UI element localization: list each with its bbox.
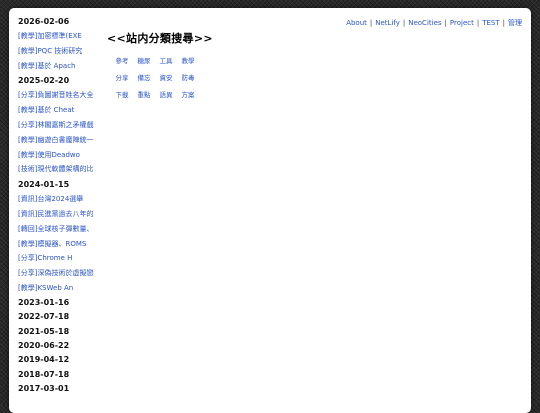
post-link[interactable]: [技術]現代軟體架構的比 xyxy=(18,162,106,177)
archive-date[interactable]: 2018-07-18 xyxy=(18,368,106,382)
nav-neocities-link[interactable]: NeoCities xyxy=(408,19,441,27)
nav-separator: | xyxy=(476,19,480,27)
post-link[interactable]: [教學]使用Deadwo xyxy=(18,148,106,163)
post-link[interactable]: [教學]KSWeb An xyxy=(18,281,106,296)
post-link[interactable]: [教學]基於 Cheat xyxy=(18,103,106,118)
post-link[interactable]: [教學]模擬器、ROMS xyxy=(18,237,106,252)
nav-separator: | xyxy=(402,19,406,27)
archive-date[interactable]: 2021-05-18 xyxy=(18,325,106,339)
post-link[interactable]: [教學]幽遊白書魔陣統一 xyxy=(18,133,106,148)
post-link[interactable]: [教學]基於 Apach xyxy=(18,59,106,74)
nav-test-link[interactable]: TEST xyxy=(482,19,499,27)
category-link[interactable]: 防毒 xyxy=(177,72,199,84)
post-link[interactable]: [教學]加密標準(EXE xyxy=(18,29,106,44)
nav-separator: | xyxy=(444,19,447,27)
nav-netlify-link[interactable]: NetLify xyxy=(375,19,400,27)
category-link[interactable]: 下載 xyxy=(111,89,133,101)
post-link[interactable]: [分享]林閣嘉斯之矛權戲 xyxy=(18,118,106,133)
nav-project-link[interactable]: Project xyxy=(450,19,474,27)
page-panel: About | NetLify | NeoCities | Project | TEST | 管理 … xyxy=(9,8,531,413)
post-link[interactable]: [轉回]全球核子彈數量、 xyxy=(18,222,106,237)
archive-date[interactable]: 2019-04-12 xyxy=(18,353,106,367)
category-link[interactable]: 方案 xyxy=(177,89,199,101)
archive-date[interactable]: 2024-01-15 xyxy=(18,177,106,192)
post-link[interactable]: [資訊]民進黨過去八年的 xyxy=(18,207,106,222)
category-link[interactable]: 教學 xyxy=(177,55,199,67)
archive-date[interactable]: 2022-07-18 xyxy=(18,310,106,324)
nav-about-link[interactable]: About xyxy=(346,19,367,27)
archive-date[interactable]: 2023-01-16 xyxy=(18,296,106,310)
archive-sidebar: 2026-02-06 [教學]加密標準(EXE [教學]PQC 技術研究 [教學… xyxy=(18,14,106,396)
category-link[interactable]: 工具 xyxy=(155,55,177,67)
archive-date[interactable]: 2025-02-20 xyxy=(18,73,106,88)
nav-separator: | xyxy=(369,19,373,27)
category-link[interactable]: 資安 xyxy=(155,72,177,84)
top-nav: About | NetLify | NeoCities | Project | TEST | 管理 xyxy=(346,18,522,28)
category-link[interactable]: 重點 xyxy=(133,89,155,101)
category-grid: 參考 糖尿 工具 教學 分享 備忘 資安 防毒 下載 重點 語異 方案 xyxy=(111,55,199,101)
category-link[interactable]: 分享 xyxy=(111,72,133,84)
archive-date[interactable]: 2026-02-06 xyxy=(18,14,106,29)
post-link[interactable]: [分享]Chrome H xyxy=(18,251,106,266)
post-link[interactable]: [分享]負圖謝音姓名大全 xyxy=(18,88,106,103)
nav-admin-link[interactable]: 管理 xyxy=(508,19,522,27)
category-link[interactable]: 備忘 xyxy=(133,72,155,84)
archive-date[interactable]: 2020-06-22 xyxy=(18,339,106,353)
category-search-title: <<站内分類搜尋>> xyxy=(107,32,213,45)
category-link[interactable]: 糖尿 xyxy=(133,55,155,67)
nav-separator: | xyxy=(502,19,505,27)
archive-date[interactable]: 2017-03-01 xyxy=(18,382,106,396)
post-link[interactable]: [教學]PQC 技術研究 xyxy=(18,44,106,59)
category-link[interactable]: 語異 xyxy=(155,89,177,101)
post-link[interactable]: [分享]深偽技術於虛擬戀 xyxy=(18,266,106,281)
category-link[interactable]: 參考 xyxy=(111,55,133,67)
post-link[interactable]: [資訊]台灣2024選舉 xyxy=(18,192,106,207)
